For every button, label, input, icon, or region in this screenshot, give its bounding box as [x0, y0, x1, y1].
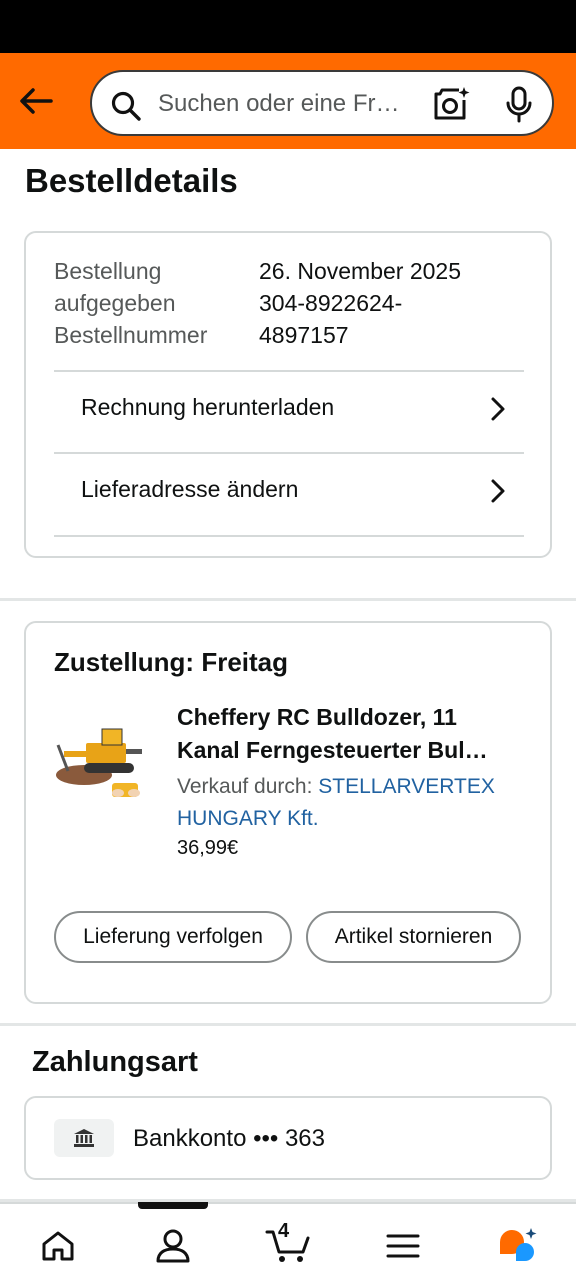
seller-name-link[interactable]: STELLARVERTEX	[318, 775, 495, 798]
product-price: 36,99€	[177, 837, 239, 859]
section-separator	[0, 598, 576, 601]
active-tab-indicator	[138, 1202, 208, 1209]
bottom-navigation: 4	[0, 1202, 576, 1282]
microphone-icon[interactable]	[504, 86, 534, 124]
change-address-label: Lieferadresse ändern	[81, 476, 299, 502]
nav-home[interactable]	[28, 1222, 88, 1270]
order-date-label-2: aufgegeben	[54, 290, 176, 316]
seller-name-link-2[interactable]: HUNGARY Kft.	[177, 807, 319, 830]
menu-icon	[386, 1234, 420, 1258]
search-bar[interactable]: Suchen oder eine Fr…	[90, 70, 554, 136]
nav-assistant[interactable]	[488, 1222, 548, 1270]
product-image[interactable]	[54, 713, 154, 803]
home-icon	[42, 1231, 74, 1261]
account-icon	[156, 1229, 190, 1263]
chevron-right-icon	[491, 397, 505, 421]
nav-menu[interactable]	[373, 1222, 433, 1270]
payment-method-text: Bankkonto ••• 363	[133, 1125, 325, 1152]
divider	[54, 535, 524, 537]
product-title[interactable]: Cheffery RC Bulldozer, 11 Kanal Ferngest…	[177, 701, 527, 767]
track-package-button[interactable]: Lieferung verfolgen	[54, 911, 292, 963]
order-date-label: Bestellung	[54, 258, 162, 284]
order-number-part2: 4897157	[259, 322, 349, 348]
bank-icon	[54, 1119, 114, 1157]
section-separator	[0, 1023, 576, 1026]
order-info-labels: Bestellung aufgegeben Bestellnummer	[54, 255, 207, 351]
delivery-date-title: Zustellung: Freitag	[54, 647, 288, 677]
camera-search-icon[interactable]	[432, 86, 470, 122]
cart-count-badge: 4	[278, 1220, 290, 1242]
shipment-card: Zustellung: Freitag Cheffery RC Bulldoze…	[24, 621, 552, 1004]
order-number-part1: 304-8922624-	[259, 290, 403, 316]
order-summary-card: Bestellung aufgegeben Bestellnummer 26. …	[24, 231, 552, 558]
rufus-assistant-icon	[500, 1228, 537, 1261]
back-arrow-icon	[20, 88, 53, 114]
top-bar: Suchen oder eine Fr…	[0, 53, 576, 149]
chevron-right-icon	[491, 479, 505, 503]
order-date: 26. November 2025	[259, 258, 462, 284]
product-title-line1: Cheffery RC Bulldozer, 11	[177, 704, 457, 730]
cancel-item-button[interactable]: Artikel stornieren	[306, 911, 521, 963]
page-title: Bestelldetails	[25, 162, 238, 199]
payment-title: Zahlungsart	[32, 1046, 198, 1078]
product-title-line2: Kanal Ferngesteuerter Bul…	[177, 737, 488, 763]
seller-prefix: Verkauf durch:	[177, 775, 313, 798]
status-bar	[0, 0, 576, 53]
change-address-row[interactable]: Lieferadresse ändern	[54, 454, 524, 534]
nav-account[interactable]	[143, 1222, 203, 1270]
search-input[interactable]: Suchen oder eine Fr…	[158, 90, 420, 118]
order-info-values: 26. November 2025 304-8922624- 4897157	[259, 255, 461, 351]
download-invoice-row[interactable]: Rechnung herunterladen	[54, 372, 524, 452]
download-invoice-label: Rechnung herunterladen	[81, 394, 335, 420]
payment-method-card[interactable]: Bankkonto ••• 363	[24, 1096, 552, 1180]
seller-info: Verkauf durch: STELLARVERTEX HUNGARY Kft…	[177, 771, 527, 835]
order-number-label: Bestellnummer	[54, 322, 208, 348]
back-button[interactable]	[14, 81, 58, 121]
search-icon	[111, 91, 141, 121]
